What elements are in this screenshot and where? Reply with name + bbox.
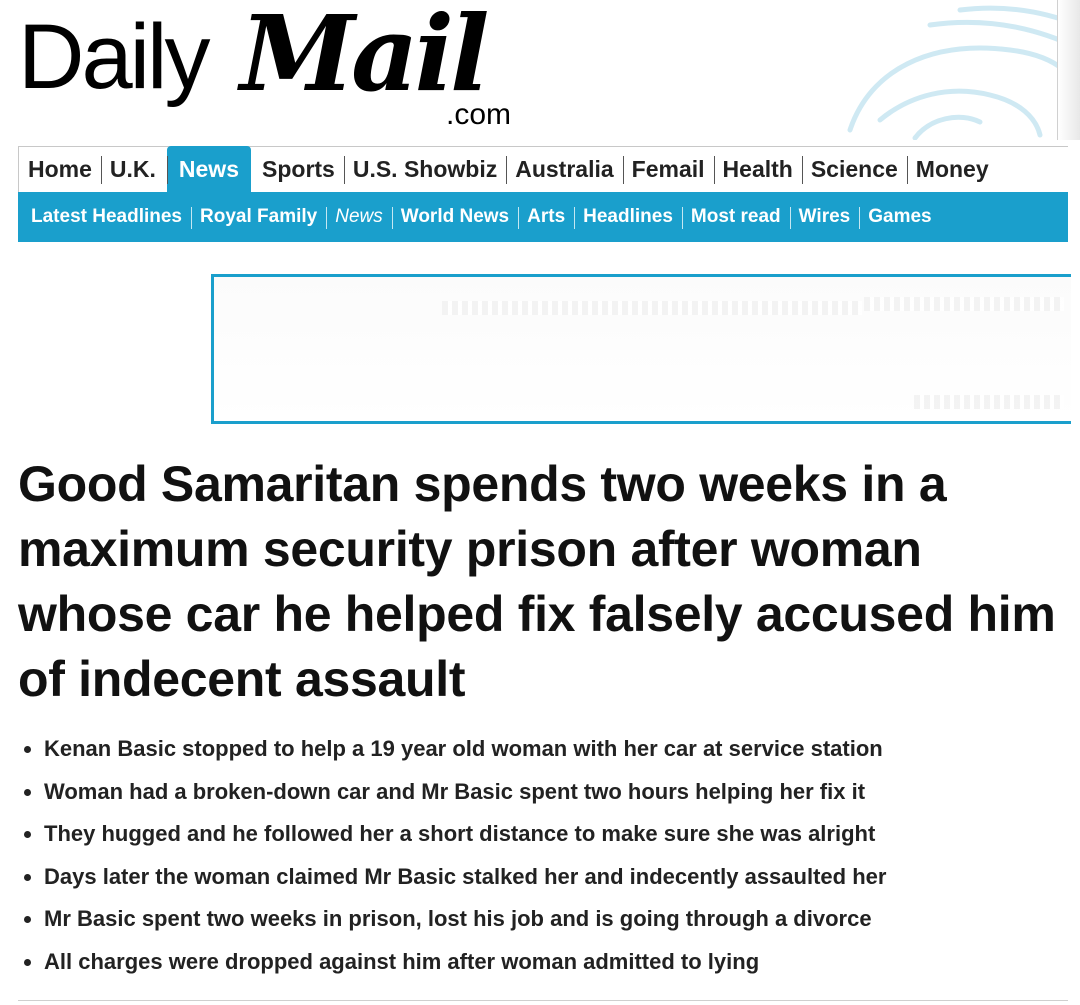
nav-item-femail[interactable]: Femail — [622, 146, 714, 192]
summary-bullet: Kenan Basic stopped to help a 19 year ol… — [18, 730, 1073, 773]
subnav-item-news[interactable]: News — [326, 192, 392, 242]
summary-bullet: Days later the woman claimed Mr Basic st… — [18, 858, 1073, 901]
logo-mail-text: Mail — [240, 0, 490, 115]
subnav-item-world-news[interactable]: World News — [391, 192, 518, 242]
subnav-item-arts[interactable]: Arts — [518, 192, 574, 242]
summary-bullet: Woman had a broken-down car and Mr Basic… — [18, 773, 1073, 816]
summary-bullet: They hugged and he followed her a short … — [18, 815, 1073, 858]
masthead: Daily Mail .com — [0, 0, 1080, 140]
subnav-item-wires[interactable]: Wires — [789, 192, 860, 242]
article-summary-bullets: Kenan Basic stopped to help a 19 year ol… — [18, 730, 1073, 986]
nav-item-money[interactable]: Money — [906, 146, 998, 192]
subnav-item-games[interactable]: Games — [859, 192, 940, 242]
nav-item-home[interactable]: Home — [19, 146, 101, 192]
subnav-item-headlines[interactable]: Headlines — [574, 192, 682, 242]
summary-bullet: All charges were dropped against him aft… — [18, 943, 1073, 986]
nav-item-science[interactable]: Science — [801, 146, 907, 192]
secondary-nav: Latest Headlines Royal Family News World Ne… — [18, 192, 1068, 242]
nav-item-sports[interactable]: Sports — [253, 146, 344, 192]
nav-item-u-k[interactable]: U.K. — [100, 146, 165, 192]
nav-item-health[interactable]: Health — [713, 146, 802, 192]
page-curl-shadow — [1057, 0, 1080, 140]
ad-faded-content — [914, 395, 1064, 409]
subnav-item-most-read[interactable]: Most read — [681, 192, 790, 242]
primary-nav: Home U.K. News Sports U.S. Showbiz Australia F… — [18, 146, 1068, 192]
subnav-item-royal-family[interactable]: Royal Family — [191, 192, 326, 242]
logo-daily-text: Daily — [18, 6, 210, 108]
article-headline: Good Samaritan spends two weeks in a max… — [18, 456, 1056, 707]
masthead-watermark-icon — [847, 5, 1080, 140]
advertisement-banner[interactable] — [211, 274, 1071, 424]
logo-com-text: .com — [446, 98, 512, 131]
content-divider — [18, 1000, 1068, 1001]
ad-faded-content — [442, 301, 862, 315]
nav-item-australia[interactable]: Australia — [506, 146, 622, 192]
subnav-item-latest-headlines[interactable]: Latest Headlines — [22, 192, 191, 242]
nav-item-u-s-showbiz[interactable]: U.S. Showbiz — [343, 146, 506, 192]
summary-bullet: Mr Basic spent two weeks in prison, lost… — [18, 900, 1073, 943]
nav-item-news[interactable]: News — [166, 146, 251, 192]
ad-faded-content — [864, 297, 1064, 311]
